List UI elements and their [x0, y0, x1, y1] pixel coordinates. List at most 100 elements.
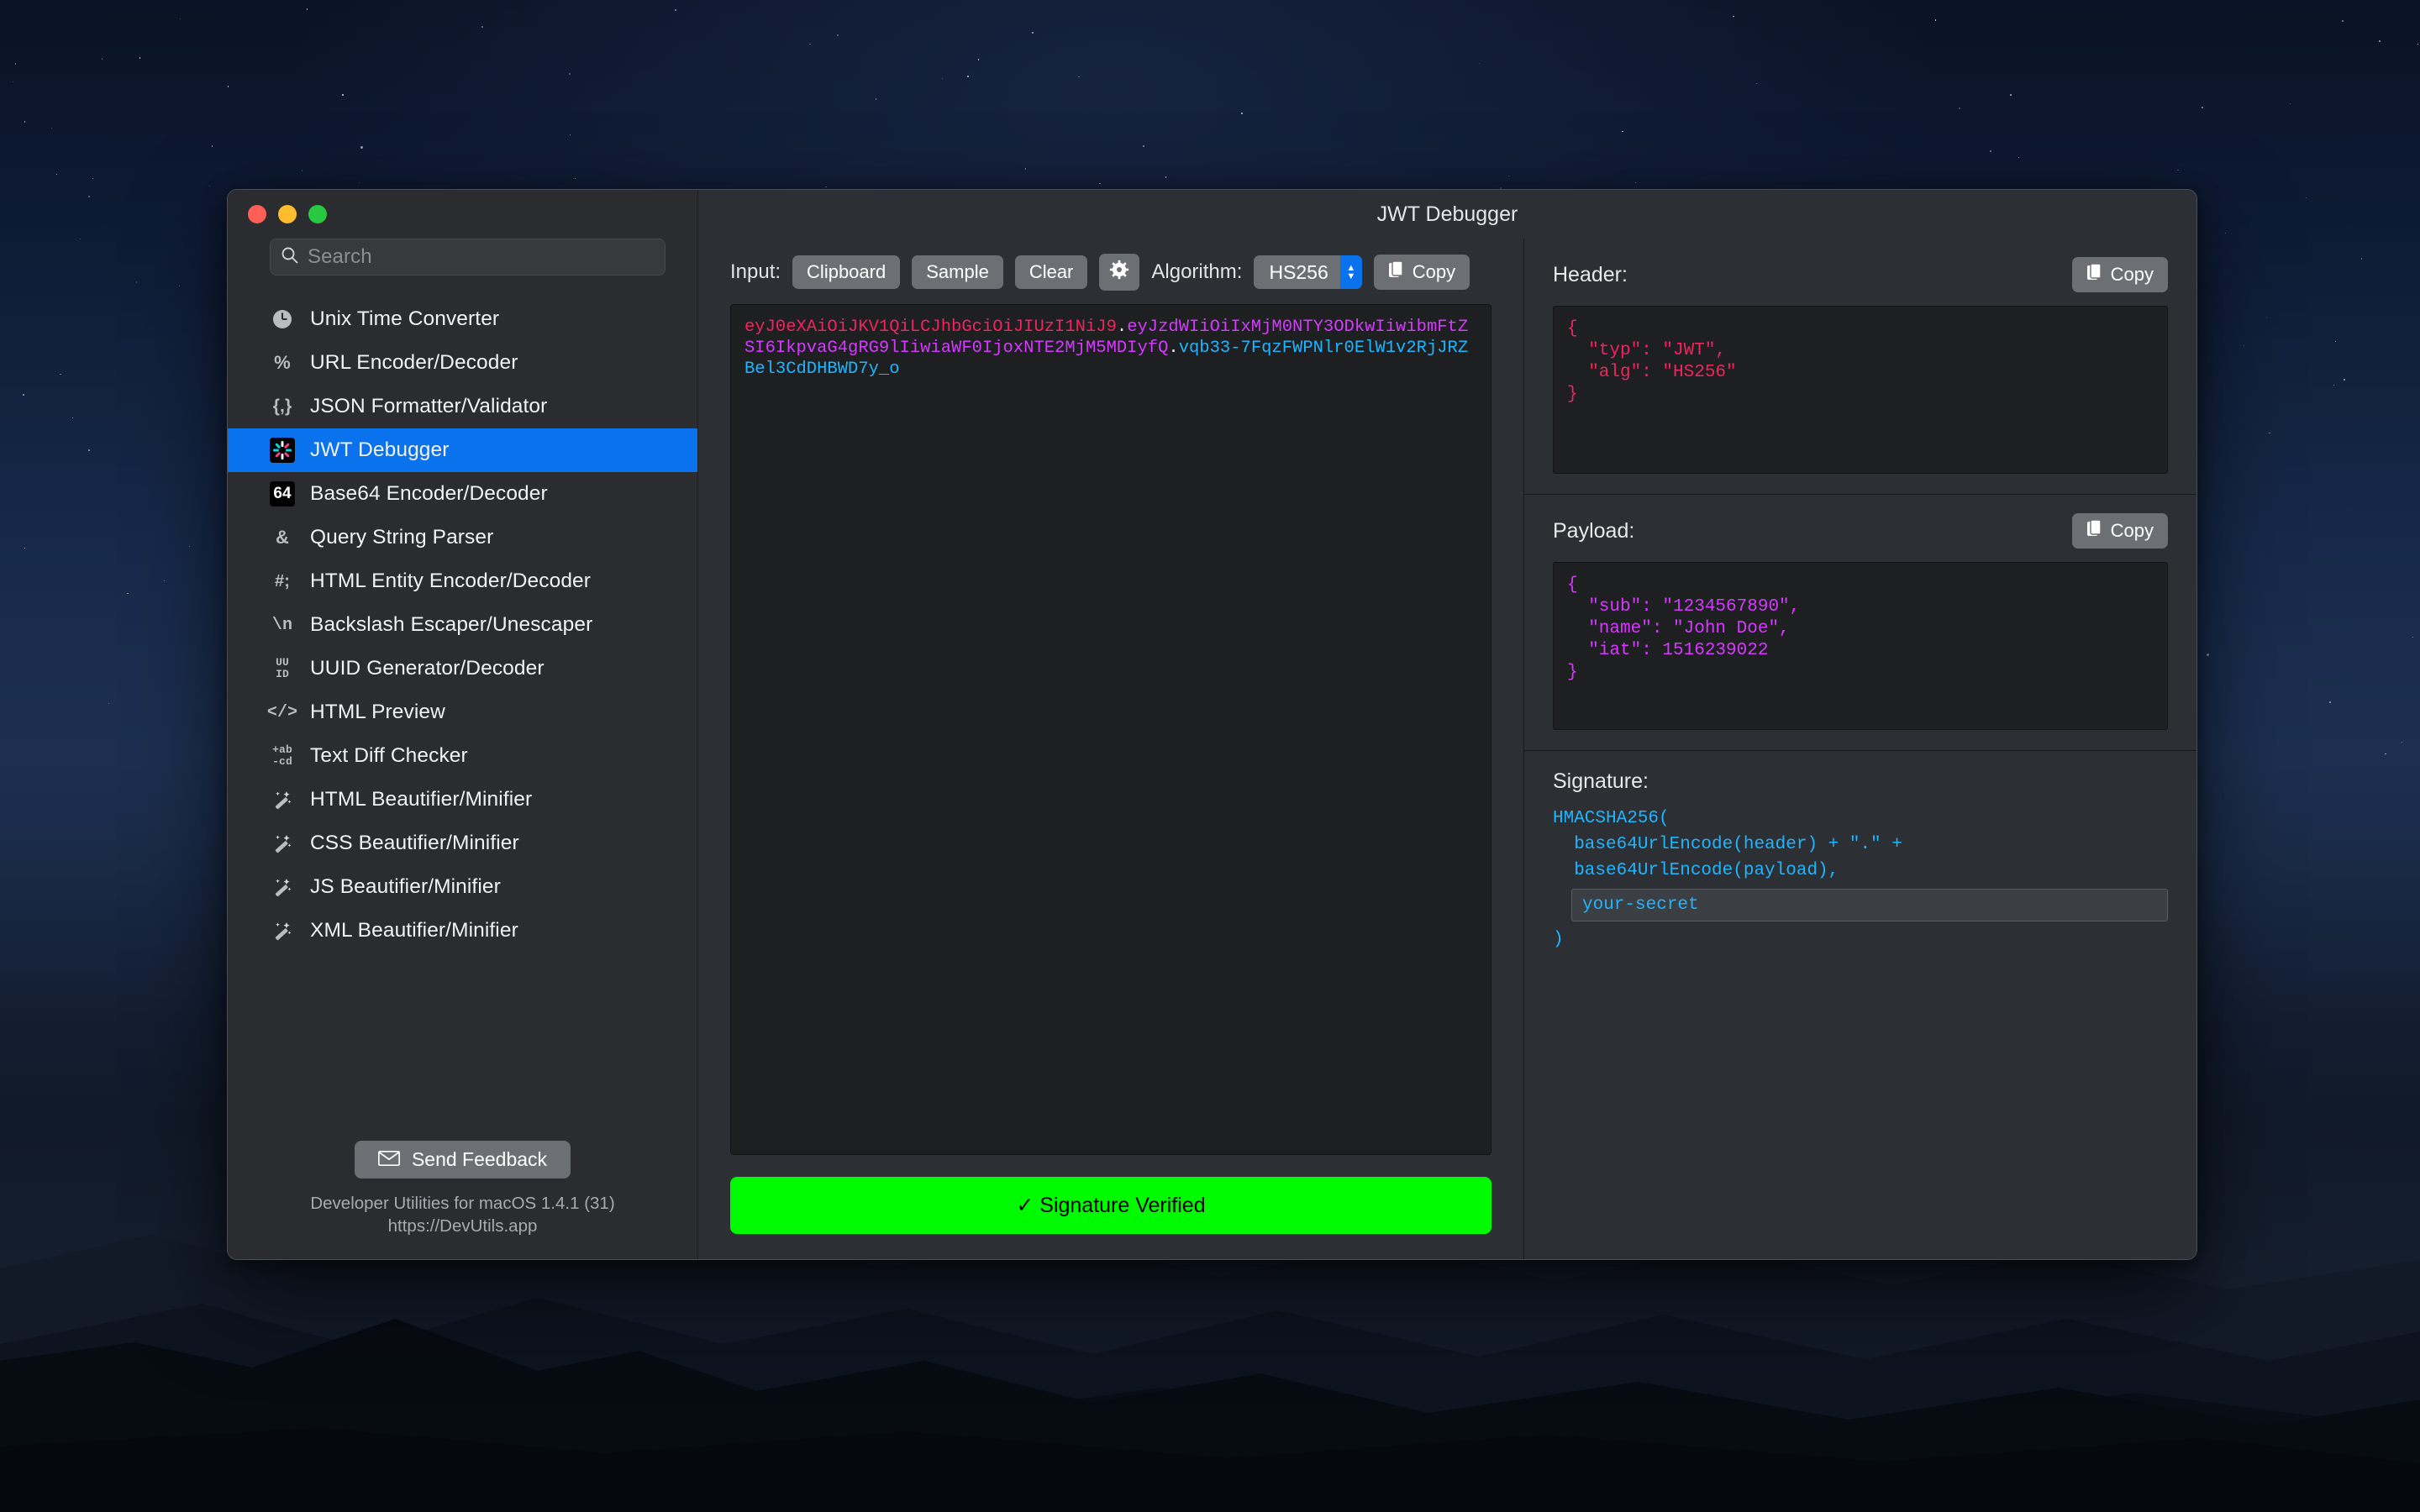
copy-payload-label: Copy	[2110, 520, 2154, 541]
clear-button[interactable]: Clear	[1014, 255, 1088, 289]
clipboard-icon	[2086, 519, 2103, 543]
sidebar-item-label: HTML Beautifier/Minifier	[310, 788, 533, 811]
sidebar-footer: Send Feedback Developer Utilities for ma…	[228, 1141, 697, 1259]
ampersand-icon: &	[276, 527, 289, 548]
decoded-pane: Header: Copy {"typ": "JWT", "alg": "HS2…	[1524, 239, 2196, 1259]
minimize-button[interactable]	[278, 205, 297, 223]
sidebar-item-html-beautifier-minifier[interactable]: HTML Beautifier/Minifier	[228, 778, 697, 822]
clipboard-icon	[2086, 263, 2103, 286]
clipboard-button[interactable]: Clipboard	[792, 255, 901, 289]
sidebar-item-json-formatter-validator[interactable]: {,} JSON Formatter/Validator	[228, 385, 697, 428]
sidebar-item-label: Backslash Escaper/Unescaper	[310, 613, 593, 636]
app-window: Search Unix Time Converter % URL Encoder…	[227, 189, 2197, 1260]
sidebar: Search Unix Time Converter % URL Encoder…	[228, 190, 698, 1259]
token-dot-1: .	[1116, 318, 1128, 337]
algorithm-select[interactable]: HS256 ▲ ▼	[1254, 255, 1362, 289]
signature-line-1: HMACSHA256(	[1553, 809, 1670, 828]
uuid-icon: UU ID	[276, 656, 289, 680]
sidebar-item-backslash-escaper-unescaper[interactable]: \n Backslash Escaper/Unescaper	[228, 603, 697, 647]
sidebar-item-base64-encoder-decoder[interactable]: 64 Base64 Encoder/Decoder	[228, 472, 697, 516]
send-feedback-label: Send Feedback	[411, 1148, 548, 1170]
main-area: JWT Debugger Input: Clipboard Sample Cle…	[698, 190, 2196, 1259]
angle-brackets-icon: </>	[266, 702, 298, 722]
sidebar-item-label: UUID Generator/Decoder	[310, 657, 544, 680]
sidebar-item-label: JWT Debugger	[310, 438, 450, 461]
search-placeholder: Search	[308, 245, 372, 268]
signature-line-2: base64UrlEncode(header) + "." +	[1553, 835, 1902, 854]
braces-icon: {,}	[272, 396, 292, 416]
copy-header-label: Copy	[2110, 264, 2154, 285]
desktop-background: Search Unix Time Converter % URL Encoder…	[0, 0, 2420, 1512]
sidebar-item-css-beautifier-minifier[interactable]: CSS Beautifier/Minifier	[228, 822, 697, 865]
signature-panel: Signature: HMACSHA256( base64UrlEncode(h…	[1524, 750, 2196, 1259]
copy-payload-button[interactable]: Copy	[2071, 513, 2168, 549]
header-panel-head: Header: Copy	[1553, 257, 2168, 292]
sidebar-item-label: Unix Time Converter	[310, 307, 500, 330]
sidebar-item-jwt-debugger[interactable]: JWT Debugger	[228, 428, 697, 472]
token-dot-2: .	[1168, 339, 1179, 358]
jwt-burst-icon	[268, 436, 297, 465]
base64-icon: 64	[268, 480, 297, 508]
send-feedback-button[interactable]: Send Feedback	[354, 1141, 571, 1179]
algorithm-value: HS256	[1269, 260, 1328, 283]
sidebar-item-label: URL Encoder/Decoder	[310, 351, 518, 374]
jwt-token-input[interactable]: eyJ0eXAiOiJKV1QiLCJhbGciOiJIUzI1NiJ9.eyJ…	[730, 304, 1491, 1155]
content-split: Input: Clipboard Sample Clear Algorithm:…	[698, 239, 2196, 1259]
magic-wand-icon	[268, 785, 297, 814]
header-panel-title: Header:	[1553, 262, 1628, 286]
payload-json: { "sub": "1234567890", "name": "John Doe…	[1553, 562, 2168, 730]
close-button[interactable]	[248, 205, 266, 223]
chevron-updown-icon[interactable]: ▲ ▼	[1339, 255, 1362, 289]
copy-token-button[interactable]: Copy	[1373, 255, 1470, 290]
maximize-button[interactable]	[308, 205, 327, 223]
sidebar-item-label: Text Diff Checker	[310, 744, 468, 767]
header-json: { "typ": "JWT", "alg": "HS256" }	[1553, 306, 2168, 474]
sidebar-item-label: Base64 Encoder/Decoder	[310, 482, 548, 505]
sidebar-item-label: Query String Parser	[310, 526, 494, 549]
settings-button[interactable]	[1099, 254, 1140, 291]
envelope-icon	[377, 1148, 400, 1171]
token-header-segment: eyJ0eXAiOiJKV1QiLCJhbGciOiJIUzI1NiJ9	[744, 318, 1117, 337]
header-panel: Header: Copy {"typ": "JWT", "alg": "HS2…	[1524, 239, 2196, 494]
clock-icon	[268, 305, 297, 333]
window-controls	[228, 190, 697, 239]
signature-line-4: )	[1553, 930, 1564, 949]
sidebar-item-uuid-generator-decoder[interactable]: UU ID UUID Generator/Decoder	[228, 647, 697, 690]
search-icon	[281, 246, 299, 269]
status-badge: ✓ Signature Verified	[730, 1177, 1491, 1234]
percent-icon: %	[274, 352, 291, 373]
copy-token-label: Copy	[1412, 261, 1456, 282]
sidebar-item-query-string-parser[interactable]: & Query String Parser	[228, 516, 697, 559]
sidebar-item-label: CSS Beautifier/Minifier	[310, 832, 519, 854]
sidebar-item-xml-beautifier-minifier[interactable]: XML Beautifier/Minifier	[228, 909, 697, 953]
magic-wand-icon	[268, 916, 297, 945]
sidebar-item-label: HTML Entity Encoder/Decoder	[310, 570, 592, 592]
sample-button[interactable]: Sample	[912, 255, 1003, 289]
clipboard-icon	[1388, 260, 1405, 284]
sidebar-item-label: XML Beautifier/Minifier	[310, 919, 518, 942]
sidebar-item-text-diff-checker[interactable]: +ab -cd Text Diff Checker	[228, 734, 697, 778]
sidebar-item-js-beautifier-minifier[interactable]: JS Beautifier/Minifier	[228, 865, 697, 909]
magic-wand-icon	[268, 829, 297, 858]
version-text: Developer Utilities for macOS 1.4.1 (31)	[310, 1194, 615, 1213]
sidebar-item-html-preview[interactable]: </> HTML Preview	[228, 690, 697, 734]
copy-header-button[interactable]: Copy	[2071, 257, 2168, 292]
secret-input[interactable]: your-secret	[1571, 889, 2168, 921]
sidebar-item-url-encoder-decoder[interactable]: % URL Encoder/Decoder	[228, 341, 697, 385]
search-input[interactable]: Search	[270, 239, 666, 276]
diff-icon: +ab -cd	[272, 743, 292, 768]
gear-icon	[1109, 260, 1129, 285]
sidebar-item-unix-time-converter[interactable]: Unix Time Converter	[228, 297, 697, 341]
toolbar: Input: Clipboard Sample Clear Algorithm:…	[730, 254, 1491, 291]
sidebar-item-html-entity-encoder-decoder[interactable]: #; HTML Entity Encoder/Decoder	[228, 559, 697, 603]
sidebar-item-label: JS Beautifier/Minifier	[310, 875, 501, 898]
website-url[interactable]: https://DevUtils.app	[228, 1215, 697, 1237]
tool-list: Unix Time Converter % URL Encoder/Decode…	[228, 297, 697, 1141]
algorithm-label: Algorithm:	[1151, 260, 1243, 283]
page-title: JWT Debugger	[1376, 202, 1518, 226]
input-label: Input:	[730, 260, 781, 283]
sidebar-item-label: HTML Preview	[310, 701, 445, 723]
backslash-n-icon: \n	[271, 615, 293, 635]
signature-line-3: base64UrlEncode(payload),	[1553, 861, 1839, 880]
hash-semicolon-icon: #;	[275, 571, 290, 591]
